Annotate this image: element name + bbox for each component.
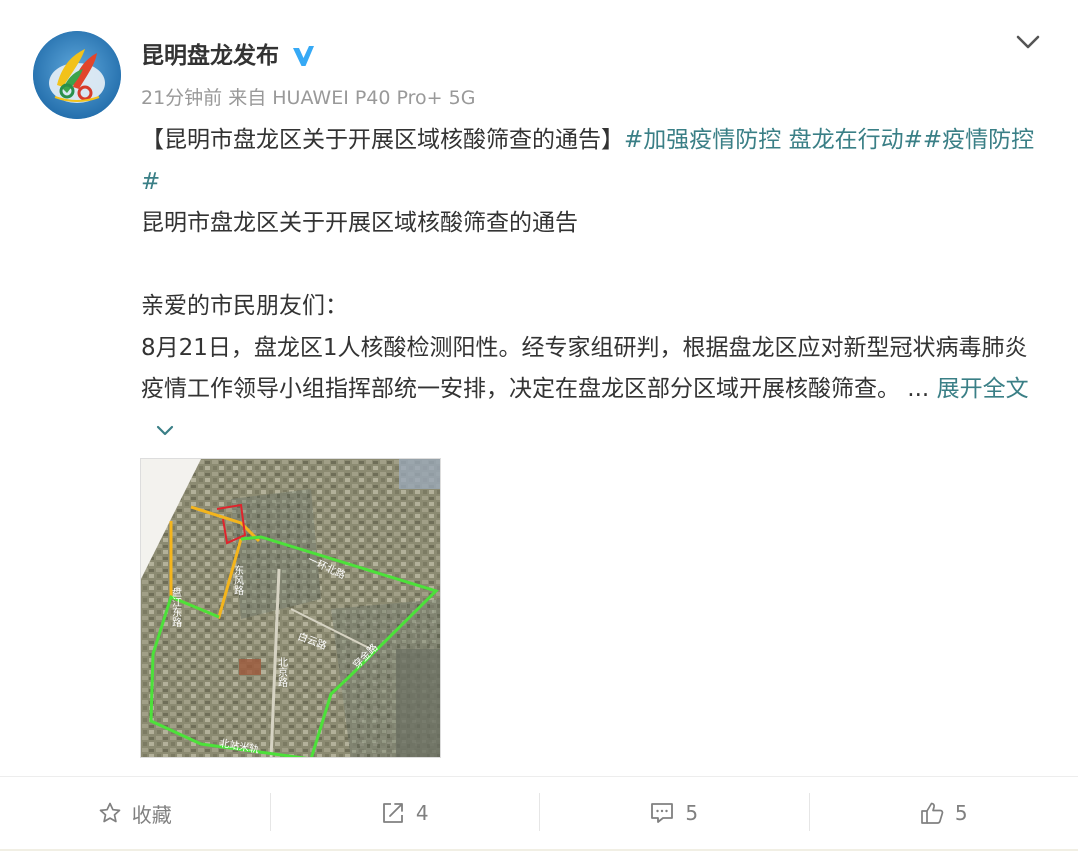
greeting-line: 亲爱的市民朋友们：	[141, 293, 348, 319]
verified-v-icon	[293, 46, 314, 66]
repost-button[interactable]: 4	[269, 777, 540, 849]
post-image-map[interactable]: 一环北路 盘江东路 白云路 北京路 北站米轨 东风路 穿金路	[140, 458, 441, 758]
thumbs-up-icon	[921, 802, 944, 824]
satellite-map-image: 一环北路 盘江东路 白云路 北京路 北站米轨 东风路 穿金路	[141, 459, 440, 757]
star-icon	[99, 802, 121, 823]
chevron-down-icon	[156, 425, 174, 436]
ellipsis: ...	[900, 376, 937, 402]
post-title-bracket: 【昆明市盘龙区关于开展区域核酸筛查的通告】	[141, 127, 624, 153]
share-arrow-icon	[382, 803, 403, 823]
author-avatar[interactable]	[33, 31, 121, 119]
map-road-label: 盘江东路	[170, 586, 182, 628]
hashtag-link[interactable]: #加强疫情防控 盘龙在行动#	[624, 127, 923, 153]
favorite-button[interactable]: 收藏	[0, 777, 270, 849]
comment-icon	[651, 803, 674, 823]
action-bar: 收藏 4 5 5	[0, 777, 1078, 849]
post-body-text: 8月21日，盘龙区1人核酸检测阳性。经专家组研判，根据盘龙区应对新型冠状病毒肺炎…	[141, 334, 1028, 403]
weibo-post-card: 昆明盘龙发布 21分钟前 来自 HUAWEI P40 Pro+ 5G 【昆明市盘…	[0, 0, 1078, 851]
like-count: 5	[954, 801, 968, 825]
post-first-line: 【昆明市盘龙区关于开展区域核酸筛查的通告】#加强疫情防控 盘龙在行动##疫情防控…	[141, 120, 1041, 203]
chevron-down-icon[interactable]	[1014, 28, 1042, 56]
favorite-label: 收藏	[131, 802, 172, 827]
post-meta: 21分钟前 来自 HUAWEI P40 Pro+ 5G	[141, 87, 476, 109]
comment-button[interactable]: 5	[539, 777, 809, 849]
comment-count: 5	[685, 801, 699, 825]
map-road-label: 东风路	[232, 564, 244, 596]
map-road-label: 北京路	[276, 657, 288, 688]
post-body: 8月21日，盘龙区1人核酸检测阳性。经专家组研判，根据盘龙区应对新型冠状病毒肺炎…	[141, 328, 1041, 453]
author-name-row: 昆明盘龙发布	[141, 40, 315, 72]
like-button[interactable]: 5	[808, 777, 1078, 849]
post-content: 【昆明市盘龙区关于开展区域核酸筛查的通告】#加强疫情防控 盘龙在行动##疫情防控…	[141, 120, 1041, 452]
post-title-line: 昆明市盘龙区关于开展区域核酸筛查的通告	[141, 210, 578, 236]
author-name[interactable]: 昆明盘龙发布	[141, 40, 279, 72]
avatar-logo-icon	[33, 31, 121, 119]
repost-count: 4	[415, 801, 429, 825]
expand-label: 展开全文	[936, 376, 1029, 402]
